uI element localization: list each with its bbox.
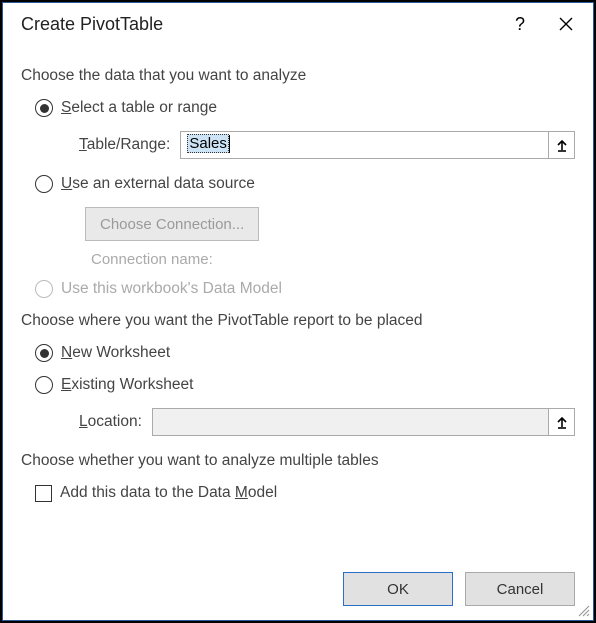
section-placement-heading: Choose where you want the PivotTable rep… [21,312,575,330]
section-analyze-heading: Choose the data that you want to analyze [21,67,575,85]
collapse-dialog-icon[interactable] [549,131,575,159]
radio-icon [35,376,53,394]
collapse-dialog-icon[interactable] [549,408,575,436]
cancel-button[interactable]: Cancel [465,572,575,606]
radio-icon [35,280,53,298]
option-add-to-data-model[interactable]: Add this data to the Data Model [35,484,575,502]
titlebar: Create PivotTable ? [3,3,593,45]
close-icon[interactable] [543,8,589,40]
button-bar: OK Cancel [3,572,593,620]
radio-icon [35,175,53,193]
dialog-content: Choose the data that you want to analyze… [3,45,593,572]
table-range-label: Table/Range: [79,136,170,154]
radio-icon [35,99,53,117]
help-icon[interactable]: ? [497,8,543,40]
option-use-external-source[interactable]: Use an external data source [35,175,575,193]
location-label: Location: [79,413,142,431]
option-label: Add this data to the Data Model [60,484,277,502]
dialog-title: Create PivotTable [21,14,497,35]
section-multiple-heading: Choose whether you want to analyze multi… [21,452,575,470]
table-range-row: Table/Range: Sales [79,131,575,159]
text-cursor [229,135,230,153]
option-label: Select a table or range [61,99,217,117]
option-existing-worksheet[interactable]: Existing Worksheet [35,376,575,394]
location-input[interactable] [152,408,549,436]
radio-icon [35,344,53,362]
table-range-input[interactable]: Sales [180,131,549,159]
option-label: Use an external data source [61,175,255,193]
option-label: New Worksheet [61,344,170,362]
option-select-table-or-range[interactable]: Select a table or range [35,99,575,117]
choose-connection-button: Choose Connection... [85,207,259,241]
create-pivottable-dialog: Create PivotTable ? Choose the data that… [2,2,594,621]
resize-grip-icon[interactable] [576,603,590,617]
option-label: Existing Worksheet [61,376,193,394]
checkbox-icon [35,485,52,502]
location-row: Location: [79,408,575,436]
table-range-input-wrap: Sales [180,131,575,159]
ok-button[interactable]: OK [343,572,453,606]
connection-name-label: Connection name: [91,251,575,268]
option-use-data-model: Use this workbook's Data Model [35,280,575,298]
location-input-wrap [152,408,575,436]
option-new-worksheet[interactable]: New Worksheet [35,344,575,362]
option-label: Use this workbook's Data Model [61,280,282,298]
